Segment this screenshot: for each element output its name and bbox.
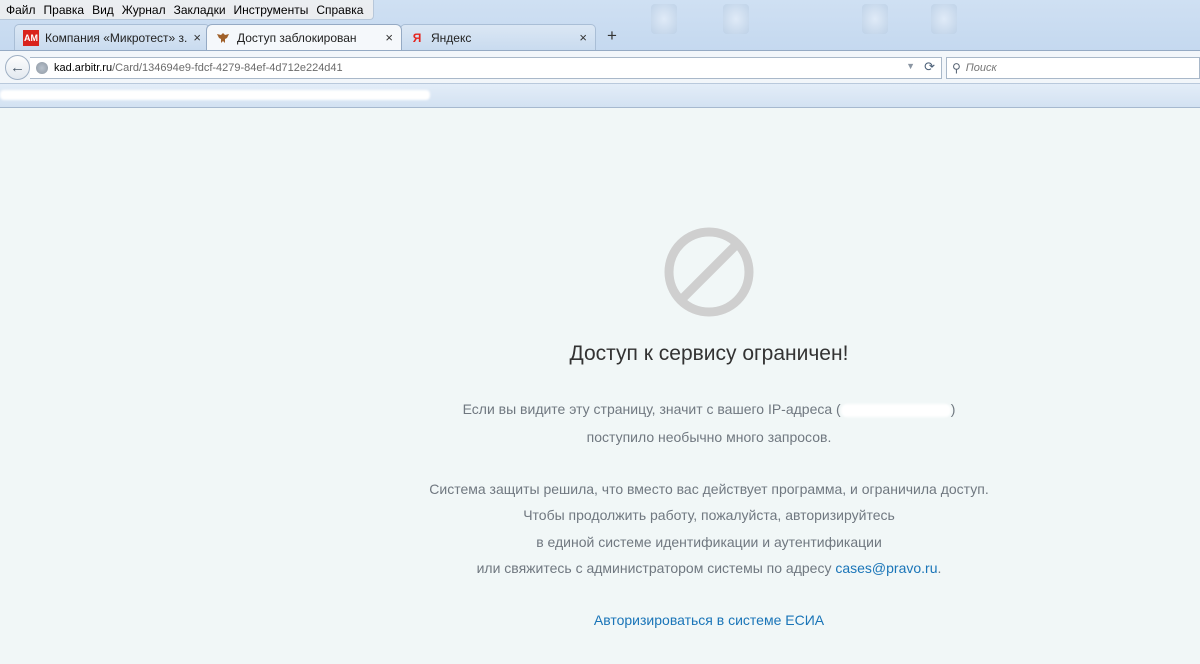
email-link[interactable]: cases@pravo.ru	[835, 560, 937, 576]
url-host: kad.arbitr.ru	[54, 62, 113, 74]
redacted-ip-address	[840, 403, 951, 417]
arrow-left-icon: ←	[10, 59, 25, 76]
menu-item-file[interactable]: Файл	[4, 1, 42, 19]
tab-access-blocked[interactable]: Доступ заблокирован ×	[206, 24, 402, 50]
prohibited-icon	[664, 227, 754, 317]
page-title: Доступ к сервису ограничен!	[569, 342, 849, 365]
search-icon: ⚲	[952, 61, 961, 75]
message-line: в единой системе идентификации и аутенти…	[536, 534, 882, 550]
reload-icon[interactable]: ⟳	[924, 59, 935, 75]
close-icon[interactable]: ×	[193, 30, 201, 45]
tab-title: Доступ заблокирован	[237, 30, 357, 45]
navigation-bar: ← kad.arbitr.ru/Card/134694e9-fdcf-4279-…	[0, 50, 1200, 84]
message-line-contact: или свяжитесь с администратором системы …	[0, 560, 1200, 576]
esia-auth-link[interactable]: Авторизироваться в системе ЕСИА	[594, 612, 824, 628]
menu-item-tools[interactable]: Инструменты	[232, 1, 315, 19]
browser-chrome: Файл Правка Вид Журнал Закладки Инструме…	[0, 0, 1200, 108]
menu-item-edit[interactable]: Правка	[42, 1, 91, 19]
menu-item-bookmarks[interactable]: Закладки	[172, 1, 232, 19]
menu-item-view[interactable]: Вид	[90, 1, 120, 19]
tab-title: Компания «Микротест» з...	[45, 30, 188, 45]
message-text: или свяжитесь с администратором системы …	[476, 560, 836, 576]
message-text: Если вы видите эту страницу, значит с ва…	[462, 401, 841, 417]
address-bar[interactable]: kad.arbitr.ru/Card/134694e9-fdcf-4279-84…	[30, 57, 942, 79]
message-line: Система защиты решила, что вместо вас де…	[429, 481, 989, 497]
search-input[interactable]	[965, 62, 1186, 74]
close-icon[interactable]: ×	[579, 30, 587, 45]
mikrotest-favicon-icon: AM	[23, 29, 39, 46]
message-text: )	[950, 401, 956, 417]
eagle-emblem-icon	[215, 30, 231, 46]
tab-yandex[interactable]: Я Яндекс ×	[400, 24, 596, 50]
redacted-bookmarks	[0, 90, 430, 100]
back-button[interactable]: ←	[5, 55, 30, 80]
tab-title: Яндекс	[431, 30, 472, 45]
tab-mikrotest[interactable]: AM Компания «Микротест» з... ×	[14, 24, 210, 50]
page-content: Доступ к сервису ограничен! Если вы види…	[0, 108, 1200, 664]
close-icon[interactable]: ×	[385, 30, 393, 45]
menu-item-history[interactable]: Журнал	[120, 1, 172, 19]
globe-icon	[36, 62, 48, 74]
menu-item-help[interactable]: Справка	[314, 1, 369, 19]
esia-auth-link-wrapper: Авторизироваться в системе ЕСИА	[0, 612, 1200, 628]
url-path: /Card/134694e9-fdcf-4279-84ef-4d712e224d…	[112, 62, 343, 74]
message-line-ip: Если вы видите эту страницу, значит с ва…	[0, 401, 1200, 417]
tab-strip: AM Компания «Микротест» з... × Доступ за…	[0, 22, 1200, 50]
yandex-favicon-icon: Я	[412, 30, 422, 45]
menu-bar: Файл Правка Вид Журнал Закладки Инструме…	[0, 0, 375, 20]
message-text: .	[937, 560, 942, 576]
url-dropdown-icon[interactable]: ▼	[906, 61, 915, 71]
search-bar: ⚲	[946, 57, 1200, 79]
bookmarks-bar	[0, 84, 1200, 108]
new-tab-button[interactable]: +	[602, 26, 622, 46]
message-line: поступило необычно много запросов.	[586, 429, 832, 445]
message-line: Чтобы продолжить работу, пожалуйста, авт…	[523, 507, 895, 523]
